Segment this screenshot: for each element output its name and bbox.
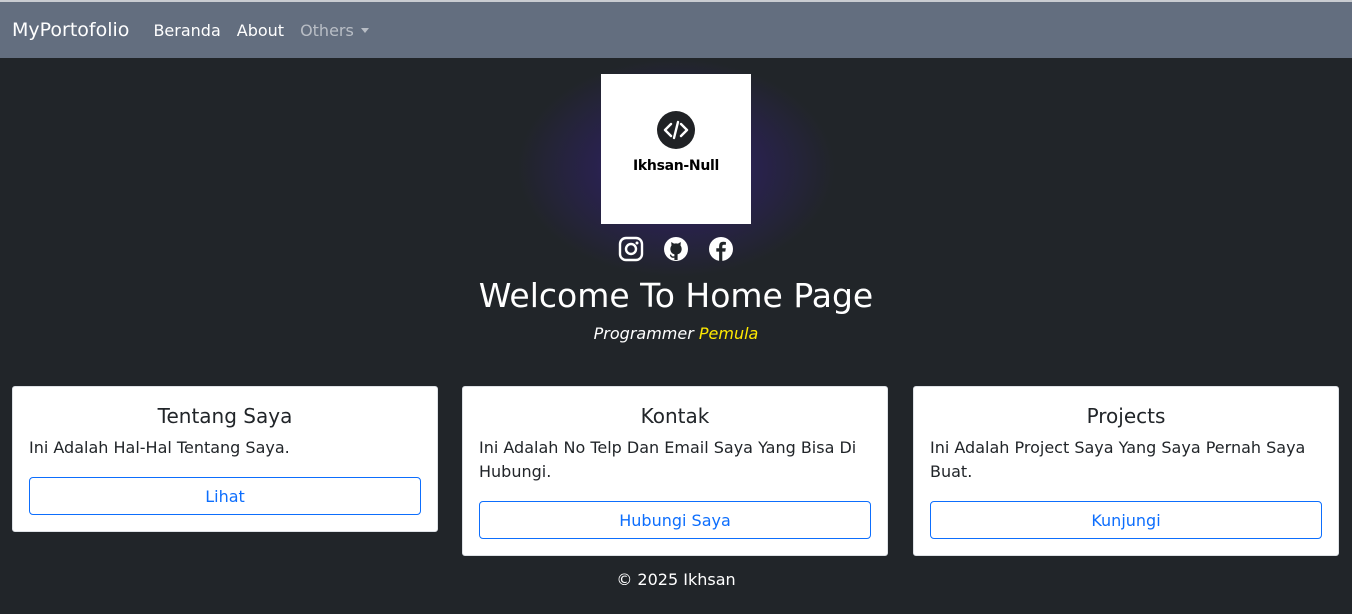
card-tentang-saya: Tentang Saya Ini Adalah Hal-Hal Tentang … xyxy=(12,386,438,532)
card-text: Ini Adalah Project Saya Yang Saya Pernah… xyxy=(930,438,1306,481)
kunjungi-button[interactable]: Kunjungi xyxy=(930,501,1322,539)
nav-dropdown-label: Others xyxy=(300,20,354,40)
hero-title: Welcome To Home Page xyxy=(478,276,874,315)
instagram-icon[interactable] xyxy=(618,236,644,262)
facebook-icon[interactable] xyxy=(708,236,734,262)
card-projects: Projects Ini Adalah Project Saya Yang Sa… xyxy=(913,386,1339,556)
social-links xyxy=(618,236,734,262)
hubungi-saya-button[interactable]: Hubungi Saya xyxy=(479,501,871,539)
nav-dropdown-others[interactable]: Others xyxy=(300,21,369,40)
card-title: Kontak xyxy=(640,404,710,428)
card-kontak: Kontak Ini Adalah No Telp Dan Email Saya… xyxy=(462,386,888,556)
hero-subtitle: Programmer Pemula xyxy=(0,324,1352,343)
subtitle-highlight: Pemula xyxy=(698,324,759,343)
nav-link-beranda[interactable]: Beranda xyxy=(153,21,220,40)
card-text: Ini Adalah No Telp Dan Email Saya Yang B… xyxy=(479,438,857,481)
brand-link[interactable]: MyPortofolio xyxy=(12,19,129,41)
card-text: Ini Adalah Hal-Hal Tentang Saya. xyxy=(29,438,290,457)
caret-down-icon xyxy=(360,27,369,33)
card-title: Tentang Saya xyxy=(157,404,293,428)
github-icon[interactable] xyxy=(663,236,689,262)
card-title: Projects xyxy=(1086,404,1166,428)
navbar: MyPortofolio Beranda About Others xyxy=(0,0,1352,58)
nav-link-about[interactable]: About xyxy=(237,21,284,40)
profile-logo: Ikhsan-Null xyxy=(601,74,751,224)
code-icon xyxy=(657,111,695,149)
footer: © 2025 Ikhsan xyxy=(0,570,1352,589)
logo-text: Ikhsan-Null xyxy=(632,158,720,174)
lihat-button[interactable]: Lihat xyxy=(29,477,421,515)
copyright-text: © 2025 Ikhsan xyxy=(616,570,736,589)
subtitle-prefix: Programmer xyxy=(593,324,694,343)
